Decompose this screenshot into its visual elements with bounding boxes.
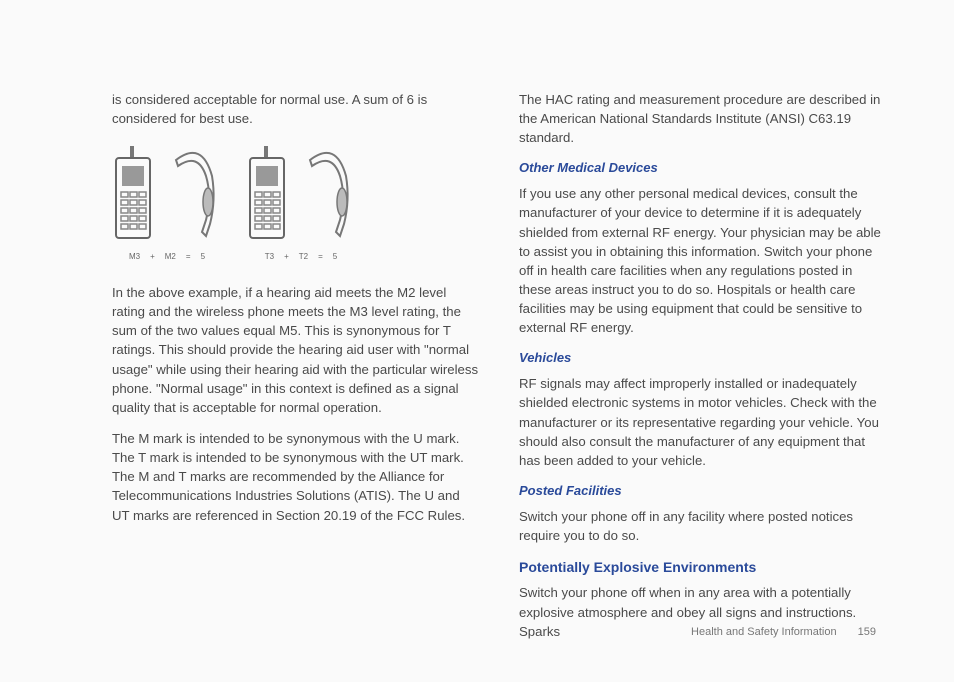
figure-label: M2: [165, 251, 176, 263]
figure-label: T2: [299, 251, 308, 263]
phone-icon: [246, 146, 288, 247]
page-footer: Health and Safety Information 159: [691, 626, 876, 638]
paragraph: The HAC rating and measurement procedure…: [519, 90, 886, 147]
paragraph: RF signals may affect improperly install…: [519, 374, 886, 470]
paragraph: Switch your phone off in any facility wh…: [519, 507, 886, 545]
figure-label: M3: [129, 251, 140, 263]
left-column: is considered acceptable for normal use.…: [112, 90, 479, 653]
hac-rating-figure: M3 + M2 = 5: [112, 146, 479, 263]
page-number: 159: [858, 626, 876, 638]
right-column: The HAC rating and measurement procedure…: [519, 90, 886, 653]
figure-label: =: [186, 251, 191, 263]
hearing-aid-icon: [164, 146, 222, 247]
hearing-aid-icon: [298, 146, 356, 247]
subheading-vehicles: Vehicles: [519, 349, 886, 368]
page: is considered acceptable for normal use.…: [0, 0, 954, 682]
paragraph: The M mark is intended to be synonymous …: [112, 429, 479, 525]
figure-label: 5: [201, 251, 205, 263]
figure-label: 5: [333, 251, 337, 263]
figure-group-m: M3 + M2 = 5: [112, 146, 222, 263]
figure-label: +: [284, 251, 289, 263]
footer-section-title: Health and Safety Information: [691, 626, 837, 638]
content-columns: is considered acceptable for normal use.…: [112, 90, 886, 653]
paragraph: is considered acceptable for normal use.…: [112, 90, 479, 128]
subheading-posted-facilities: Posted Facilities: [519, 482, 886, 501]
figure-group-t: T3 + T2 = 5: [246, 146, 356, 263]
phone-icon: [112, 146, 154, 247]
figure-label: T3: [265, 251, 274, 263]
figure-label: +: [150, 251, 155, 263]
paragraph: If you use any other personal medical de…: [519, 184, 886, 337]
paragraph: In the above example, if a hearing aid m…: [112, 283, 479, 417]
heading-potentially-explosive-environments: Potentially Explosive Environments: [519, 557, 886, 577]
figure-label: =: [318, 251, 323, 263]
subheading-other-medical-devices: Other Medical Devices: [519, 159, 886, 178]
